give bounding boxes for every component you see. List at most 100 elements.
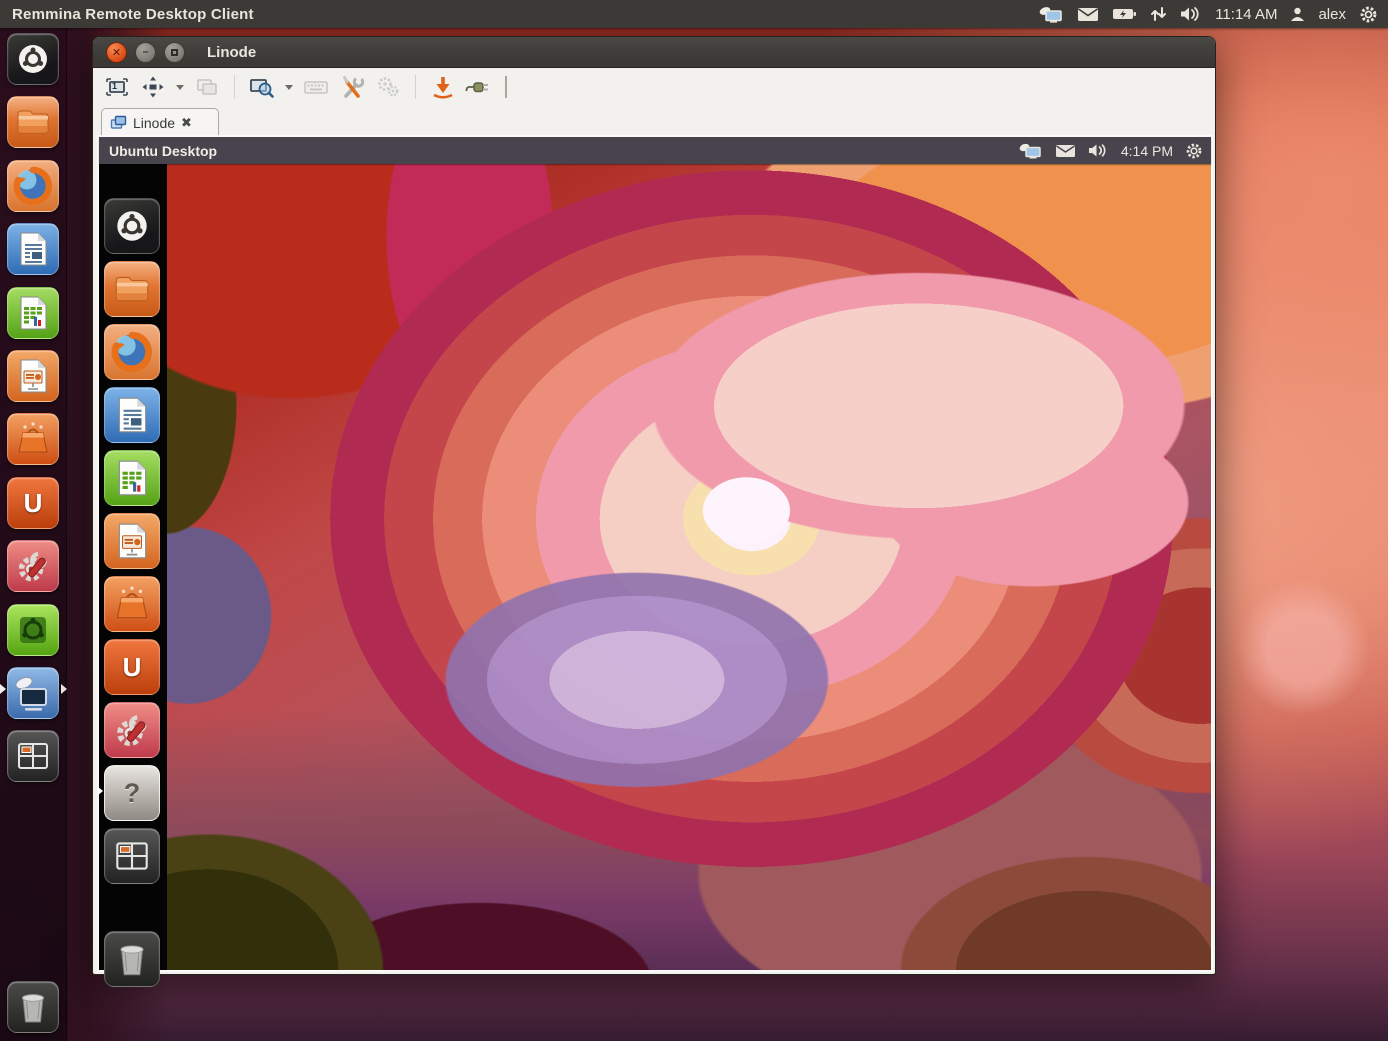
remote-launcher-item-libreoffice-calc[interactable] bbox=[104, 450, 160, 506]
shopping-bag-icon bbox=[13, 419, 53, 459]
window-minimize-button[interactable]: – bbox=[135, 42, 156, 63]
calc-spreadsheet-icon bbox=[14, 293, 52, 333]
launcher-item-ubuntu-software-center[interactable] bbox=[7, 413, 59, 465]
mail-icon[interactable] bbox=[1055, 144, 1076, 158]
launcher-item-home-folder[interactable] bbox=[7, 96, 59, 148]
ubuntu-one-letter: U bbox=[24, 488, 43, 519]
remmina-applet-icon[interactable] bbox=[1038, 5, 1064, 23]
launcher-item-libreoffice-impress[interactable] bbox=[7, 350, 59, 402]
window-titlebar[interactable]: ✕ – Linode bbox=[93, 37, 1215, 68]
toolbar-end-separator bbox=[505, 76, 507, 98]
trash-icon bbox=[13, 987, 53, 1027]
launcher-item-libreoffice-calc[interactable] bbox=[7, 287, 59, 339]
remote-launcher-item-libreoffice-writer[interactable] bbox=[104, 387, 160, 443]
remmina-applet-icon[interactable] bbox=[1018, 142, 1043, 159]
mail-icon[interactable] bbox=[1077, 7, 1099, 22]
remote-clock[interactable]: 4:14 PM bbox=[1121, 143, 1173, 159]
folder-icon bbox=[13, 102, 53, 142]
remote-launcher-item-trash[interactable] bbox=[104, 931, 160, 987]
disconnect-plug-icon bbox=[465, 75, 493, 99]
remote-unity-launcher: U ? bbox=[99, 164, 167, 970]
gears-button bbox=[372, 72, 404, 102]
launcher-item-firefox[interactable] bbox=[7, 160, 59, 212]
launcher-item-ubuntu-one[interactable]: U bbox=[7, 477, 59, 529]
window-title: Linode bbox=[207, 44, 256, 61]
active-app-title: Remmina Remote Desktop Client bbox=[12, 6, 254, 23]
network-transfer-icon[interactable] bbox=[1150, 6, 1167, 22]
scaled-mode-button[interactable] bbox=[246, 72, 278, 102]
launcher-item-trash[interactable] bbox=[7, 981, 59, 1033]
screenshot-button[interactable] bbox=[427, 72, 459, 102]
tab-connection-icon bbox=[110, 115, 127, 130]
remote-launcher-item-system-settings[interactable] bbox=[104, 702, 160, 758]
launcher-item-system-settings[interactable] bbox=[7, 540, 59, 592]
launcher-item-libreoffice-writer[interactable] bbox=[7, 223, 59, 275]
remote-launcher-item-workspace-switcher[interactable] bbox=[104, 828, 160, 884]
switch-page-button bbox=[191, 72, 223, 102]
launcher-item-dash-home[interactable] bbox=[7, 33, 59, 85]
indicator-tray: 11:14 AM alex bbox=[1038, 5, 1378, 24]
fullscreen-button[interactable]: 1 bbox=[101, 72, 133, 102]
remote-launcher-item-unknown-app[interactable]: ? bbox=[104, 765, 160, 821]
workspace-grid-icon bbox=[13, 736, 53, 776]
trash-icon bbox=[111, 938, 153, 980]
running-indicator-arrow bbox=[0, 684, 6, 694]
fit-window-icon bbox=[141, 75, 165, 99]
session-gear-icon[interactable] bbox=[1359, 5, 1378, 24]
remote-launcher-item-ubuntu-one[interactable]: U bbox=[104, 639, 160, 695]
remmina-window: ✕ – Linode 1 bbox=[92, 36, 1216, 975]
launcher-item-ubuntu-software[interactable] bbox=[7, 604, 59, 656]
launcher-item-remmina[interactable] bbox=[7, 667, 59, 719]
scaled-mode-dropdown[interactable] bbox=[285, 85, 293, 90]
gears-icon bbox=[375, 74, 401, 100]
workspace-grid-icon bbox=[111, 835, 153, 877]
remote-desktop-viewer[interactable]: Ubuntu Desktop 4:14 PM bbox=[97, 135, 1213, 972]
unknown-app-glyph: ? bbox=[124, 778, 141, 809]
remote-launcher-item-ubuntu-software-center[interactable] bbox=[104, 576, 160, 632]
remote-wallpaper bbox=[167, 164, 1211, 970]
ubuntu-logo-icon bbox=[13, 39, 53, 79]
tab-strip: Linode ✖ bbox=[93, 106, 1215, 136]
remote-desktop-icon bbox=[12, 672, 54, 714]
writer-document-icon bbox=[112, 394, 152, 436]
clock[interactable]: 11:14 AM bbox=[1215, 6, 1277, 23]
window-close-button[interactable]: ✕ bbox=[106, 42, 127, 63]
tab-close-icon[interactable]: ✖ bbox=[181, 116, 192, 129]
session-gear-icon[interactable] bbox=[1185, 142, 1203, 160]
remote-menu-title[interactable]: Ubuntu Desktop bbox=[109, 143, 217, 159]
firefox-icon bbox=[110, 330, 154, 374]
maximize-icon bbox=[171, 49, 178, 56]
disconnect-button[interactable] bbox=[463, 72, 495, 102]
impress-presentation-icon bbox=[112, 520, 152, 562]
running-indicator-arrow bbox=[97, 786, 103, 796]
user-icon bbox=[1290, 7, 1305, 22]
ubuntu-one-letter: U bbox=[123, 652, 142, 683]
tab-label: Linode bbox=[133, 115, 175, 131]
battery-icon[interactable] bbox=[1112, 7, 1137, 21]
remote-launcher-item-home-folder[interactable] bbox=[104, 261, 160, 317]
folder-icon bbox=[111, 268, 153, 310]
minimize-icon: – bbox=[142, 46, 148, 58]
launcher-item-workspace-switcher[interactable] bbox=[7, 730, 59, 782]
tools-button[interactable] bbox=[336, 72, 368, 102]
calc-spreadsheet-icon bbox=[112, 457, 152, 499]
focused-indicator-arrow bbox=[61, 684, 67, 694]
volume-icon[interactable] bbox=[1180, 6, 1202, 22]
fit-window-button[interactable] bbox=[137, 72, 169, 102]
remote-launcher-item-firefox[interactable] bbox=[104, 324, 160, 380]
user-menu[interactable]: alex bbox=[1318, 6, 1346, 23]
toolbar-separator bbox=[234, 75, 235, 99]
ubuntu-logo-icon bbox=[111, 205, 153, 247]
close-icon: ✕ bbox=[112, 46, 121, 59]
remote-launcher-item-libreoffice-impress[interactable] bbox=[104, 513, 160, 569]
firefox-icon bbox=[12, 165, 54, 207]
remote-launcher-item-dash-home[interactable] bbox=[104, 198, 160, 254]
window-maximize-button[interactable] bbox=[164, 42, 185, 63]
gear-wrench-icon bbox=[111, 709, 153, 751]
tools-icon bbox=[339, 74, 365, 100]
scaled-mode-icon bbox=[249, 75, 275, 99]
connection-tab-linode[interactable]: Linode ✖ bbox=[101, 108, 219, 136]
gear-wrench-icon bbox=[13, 546, 53, 586]
volume-icon[interactable] bbox=[1088, 143, 1109, 158]
fit-window-dropdown[interactable] bbox=[176, 85, 184, 90]
